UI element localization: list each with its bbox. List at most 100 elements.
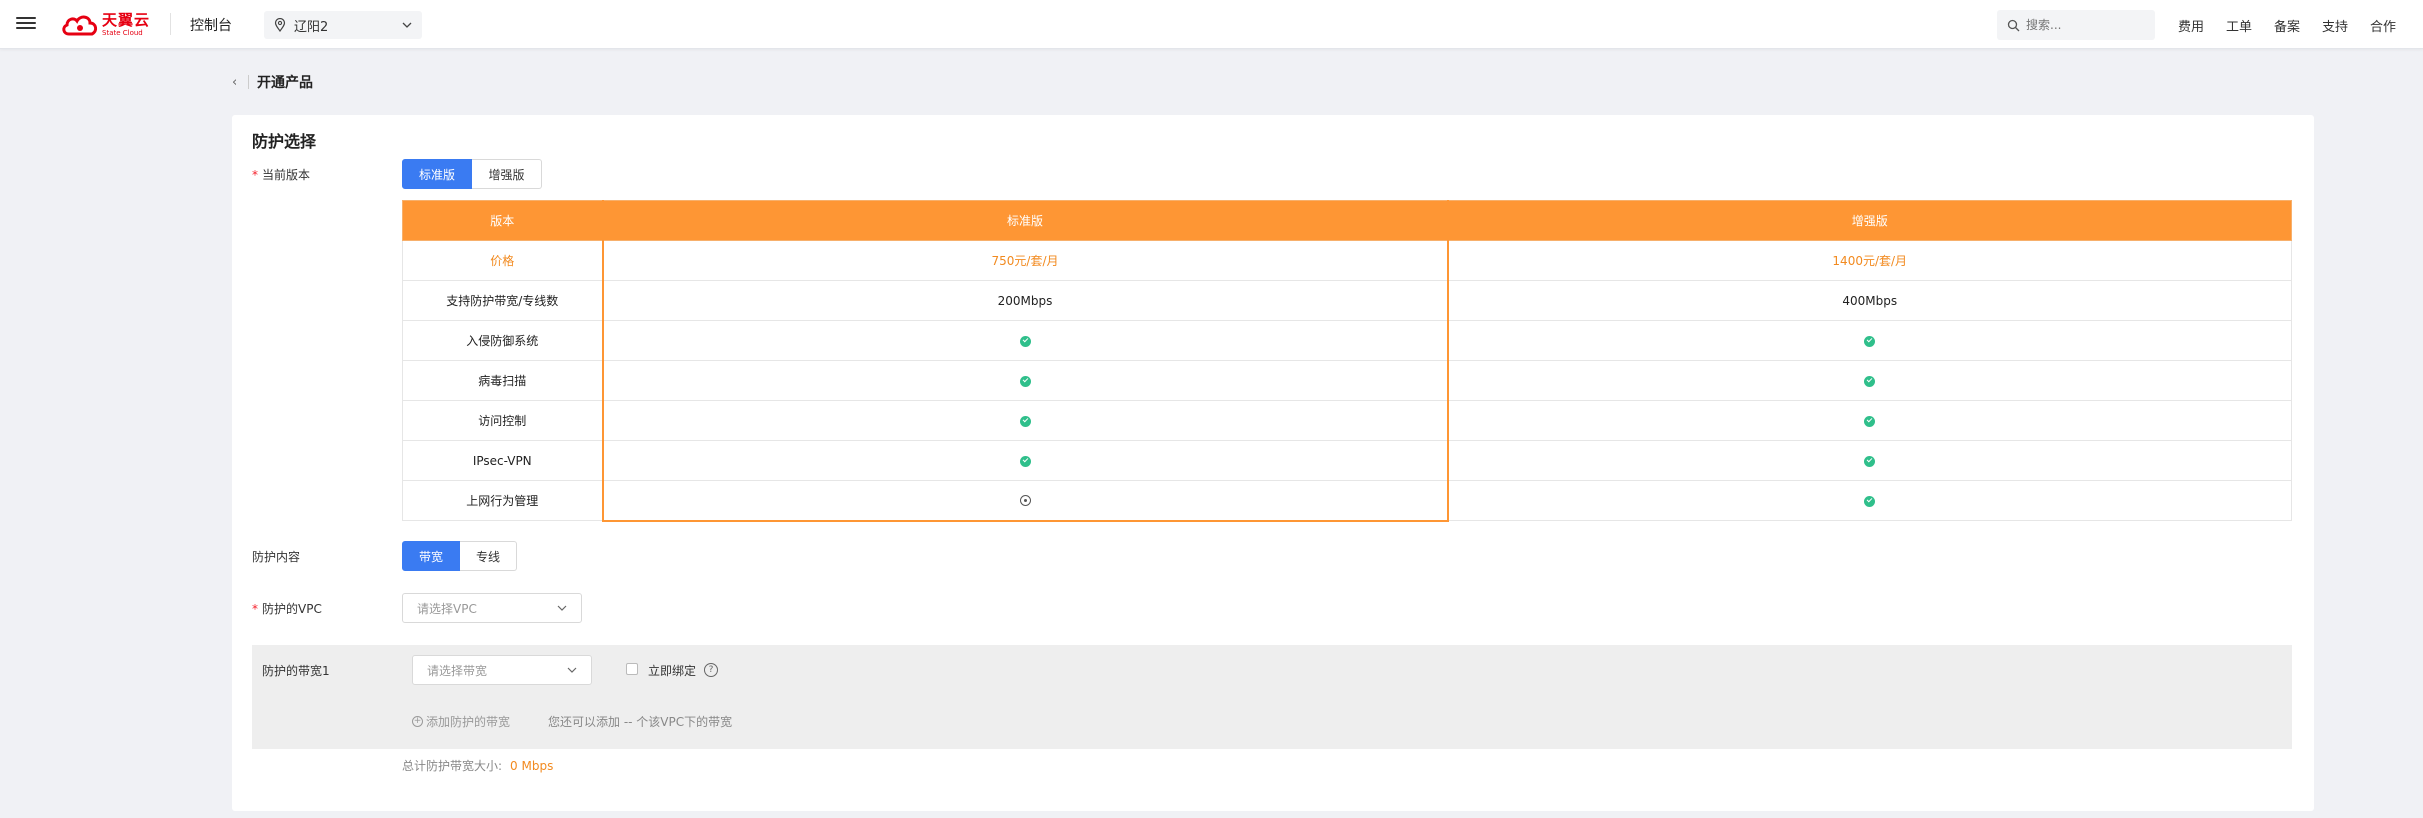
table-row: 病毒扫描 xyxy=(402,360,2292,401)
table-cell: 支持防护带宽/专线数 xyxy=(402,280,603,321)
region-selector[interactable]: 辽阳2 xyxy=(264,11,422,39)
version-label: * 当前版本 xyxy=(252,166,310,183)
divider xyxy=(248,75,249,89)
table-cell: 入侵防御系统 xyxy=(402,320,603,361)
help-icon[interactable]: ? xyxy=(704,663,718,677)
protection-config-card: 防护选择 * 当前版本 标准版 增强版 版本 标准版 增强版 价格 750元/套/… xyxy=(232,115,2314,811)
nav-link-support-label[interactable]: 支持 xyxy=(2322,16,2348,35)
top-navigation-bar: 天翼云 State Cloud 控制台 辽阳2 费用 工单 备案 支持 合作 xyxy=(0,0,2423,49)
location-pin-icon xyxy=(274,18,286,32)
check-circle-icon xyxy=(1019,455,1031,467)
table-row: 上网行为管理 xyxy=(402,480,2292,522)
divider xyxy=(170,13,171,35)
table-row: 入侵防御系统 xyxy=(402,320,2292,361)
cloud-logo-icon xyxy=(62,15,98,36)
vpc-label-text: 防护的VPC xyxy=(262,602,322,616)
table-cell xyxy=(601,480,1449,522)
logo-english-text: State Cloud xyxy=(102,29,143,37)
chevron-down-icon xyxy=(402,22,412,28)
nav-link-support[interactable]: 支持 xyxy=(2322,16,2348,35)
table-cell xyxy=(601,320,1449,361)
chevron-down-icon xyxy=(567,667,577,673)
version-option-standard[interactable]: 标准版 xyxy=(402,159,472,189)
bandwidth-select-placeholder: 请选择带宽 xyxy=(427,663,488,678)
version-label-text: 当前版本 xyxy=(262,168,311,182)
table-cell: 价格 xyxy=(402,240,603,281)
table-row: 访问控制 xyxy=(402,400,2292,441)
version-selector: 标准版 增强版 xyxy=(402,159,542,189)
page-title: 开通产品 xyxy=(257,75,313,91)
table-header[interactable]: 增强版 xyxy=(1447,200,2292,241)
global-search[interactable] xyxy=(1997,10,2155,40)
required-mark: * xyxy=(252,602,258,616)
table-cell: 400Mbps xyxy=(1447,280,2292,321)
check-circle-icon xyxy=(1864,455,1876,467)
vpc-select[interactable]: 请选择VPC xyxy=(402,593,582,623)
table-row: IPsec-VPN xyxy=(402,440,2292,481)
check-circle-icon xyxy=(1864,375,1876,387)
nav-link-filing-label[interactable]: 备案 xyxy=(2274,16,2300,35)
region-name: 辽阳2 xyxy=(294,19,329,35)
check-circle-icon xyxy=(1019,375,1031,387)
table-cell xyxy=(1447,360,2292,401)
vpc-label: * 防护的VPC xyxy=(252,600,322,617)
table-cell xyxy=(1447,440,2292,481)
nav-link-tickets-label[interactable]: 工单 xyxy=(2226,16,2252,35)
table-cell: 访问控制 xyxy=(402,400,603,441)
bind-now-label[interactable]: 立即绑定 xyxy=(648,662,696,679)
nav-link-fees-label[interactable]: 费用 xyxy=(2178,16,2204,35)
content-option-bandwidth[interactable]: 带宽 xyxy=(402,541,460,571)
bandwidth-quota-hint: 您还可以添加 -- 个该VPC下的带宽 xyxy=(548,715,733,729)
table-cell xyxy=(601,360,1449,401)
table-cell: 病毒扫描 xyxy=(402,360,603,401)
chevron-down-icon xyxy=(557,605,567,611)
table-cell: IPsec-VPN xyxy=(402,440,603,481)
search-icon xyxy=(2007,19,2020,31)
plus-circle-icon: + xyxy=(412,716,423,727)
optional-dot-icon xyxy=(1019,495,1031,507)
check-circle-icon xyxy=(1864,495,1876,507)
total-bandwidth-value: 0 Mbps xyxy=(510,759,554,773)
version-comparison-table: 版本 标准版 增强版 价格 750元/套/月 1400元/套/月 支持防护带宽/… xyxy=(402,200,2292,522)
nav-link-tickets[interactable]: 工单 xyxy=(2226,16,2252,35)
search-input[interactable] xyxy=(2026,18,2136,32)
required-mark: * xyxy=(252,168,258,182)
back-arrow-icon[interactable]: ‹ xyxy=(232,75,242,90)
check-circle-icon xyxy=(1019,415,1031,427)
bandwidth-panel: 防护的带宽1 请选择带宽 立即绑定 ? + 添加防护的带宽 您还可以添加 -- … xyxy=(252,645,2292,749)
add-bandwidth-link[interactable]: + 添加防护的带宽 xyxy=(412,713,510,730)
table-cell xyxy=(601,400,1449,441)
table-cell xyxy=(1447,320,2292,361)
content-selector: 带宽 专线 xyxy=(402,541,517,571)
table-header-row: 版本 标准版 增强版 xyxy=(402,200,2292,241)
table-cell: 750元/套/月 xyxy=(601,240,1449,281)
content-option-dedicated-line[interactable]: 专线 xyxy=(460,541,517,571)
table-cell: 1400元/套/月 xyxy=(1447,240,2292,281)
total-bandwidth: 总计防护带宽大小: 0 Mbps xyxy=(402,757,553,774)
table-row: 价格 750元/套/月 1400元/套/月 xyxy=(402,240,2292,281)
check-circle-icon xyxy=(1864,335,1876,347)
bind-now-checkbox[interactable] xyxy=(626,663,638,675)
console-link[interactable]: 控制台 xyxy=(190,15,232,35)
table-header: 版本 xyxy=(402,200,603,241)
nav-link-filing[interactable]: 备案 xyxy=(2274,16,2300,35)
nav-link-cooperation-label[interactable]: 合作 xyxy=(2370,16,2396,35)
nav-link-fees[interactable]: 费用 xyxy=(2178,16,2204,35)
version-option-enhanced[interactable]: 增强版 xyxy=(472,159,542,189)
table-cell: 上网行为管理 xyxy=(402,480,603,521)
add-bandwidth-label: 添加防护的带宽 xyxy=(426,715,511,729)
bandwidth-label: 防护的带宽1 xyxy=(262,664,330,678)
table-header[interactable]: 标准版 xyxy=(601,200,1449,241)
content-label: 防护内容 xyxy=(252,550,301,564)
check-circle-icon xyxy=(1864,415,1876,427)
table-cell xyxy=(601,440,1449,481)
hamburger-menu-icon[interactable] xyxy=(16,14,36,34)
table-cell: 200Mbps xyxy=(601,280,1449,321)
vpc-select-placeholder: 请选择VPC xyxy=(417,601,477,616)
logo-chinese-text: 天翼云 xyxy=(102,11,151,29)
nav-link-cooperation[interactable]: 合作 xyxy=(2370,16,2396,35)
bandwidth-select[interactable]: 请选择带宽 xyxy=(412,655,592,685)
tianyi-cloud-logo[interactable]: 天翼云 State Cloud xyxy=(60,10,150,40)
total-bandwidth-label: 总计防护带宽大小: xyxy=(402,759,503,773)
check-circle-icon xyxy=(1019,335,1031,347)
